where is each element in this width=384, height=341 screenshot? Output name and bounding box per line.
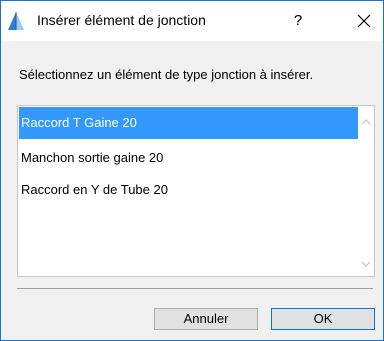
list-item-label: Raccord T Gaine 20 bbox=[21, 115, 137, 130]
list-item[interactable]: Manchon sortie gaine 20 bbox=[19, 142, 359, 174]
title-bar[interactable]: Insérer élément de jonction ? bbox=[1, 1, 383, 41]
list-item-label: Raccord en Y de Tube 20 bbox=[21, 182, 168, 197]
list-item-label: Manchon sortie gaine 20 bbox=[21, 150, 164, 165]
close-button[interactable] bbox=[349, 7, 379, 35]
separator bbox=[17, 288, 373, 289]
list-item[interactable]: Raccord en Y de Tube 20 bbox=[19, 174, 359, 206]
close-icon bbox=[357, 14, 371, 28]
scroll-up-icon[interactable] bbox=[361, 114, 371, 125]
help-button[interactable]: ? bbox=[283, 7, 313, 35]
instruction-text: Sélectionnez un élément de type jonction… bbox=[19, 67, 314, 82]
dialog-title: Insérer élément de jonction bbox=[37, 12, 206, 28]
vertical-scrollbar[interactable] bbox=[358, 106, 374, 276]
archicad-icon bbox=[7, 11, 25, 31]
dialog-window: Insérer élément de jonction ? Sélectionn… bbox=[0, 0, 384, 341]
scroll-down-icon[interactable] bbox=[361, 256, 371, 267]
ok-button[interactable]: OK bbox=[271, 308, 375, 330]
list-item[interactable]: Raccord T Gaine 20 bbox=[19, 107, 359, 139]
junction-element-list[interactable]: Raccord T Gaine 20 Manchon sortie gaine … bbox=[17, 105, 375, 277]
cancel-button[interactable]: Annuler bbox=[154, 308, 258, 330]
